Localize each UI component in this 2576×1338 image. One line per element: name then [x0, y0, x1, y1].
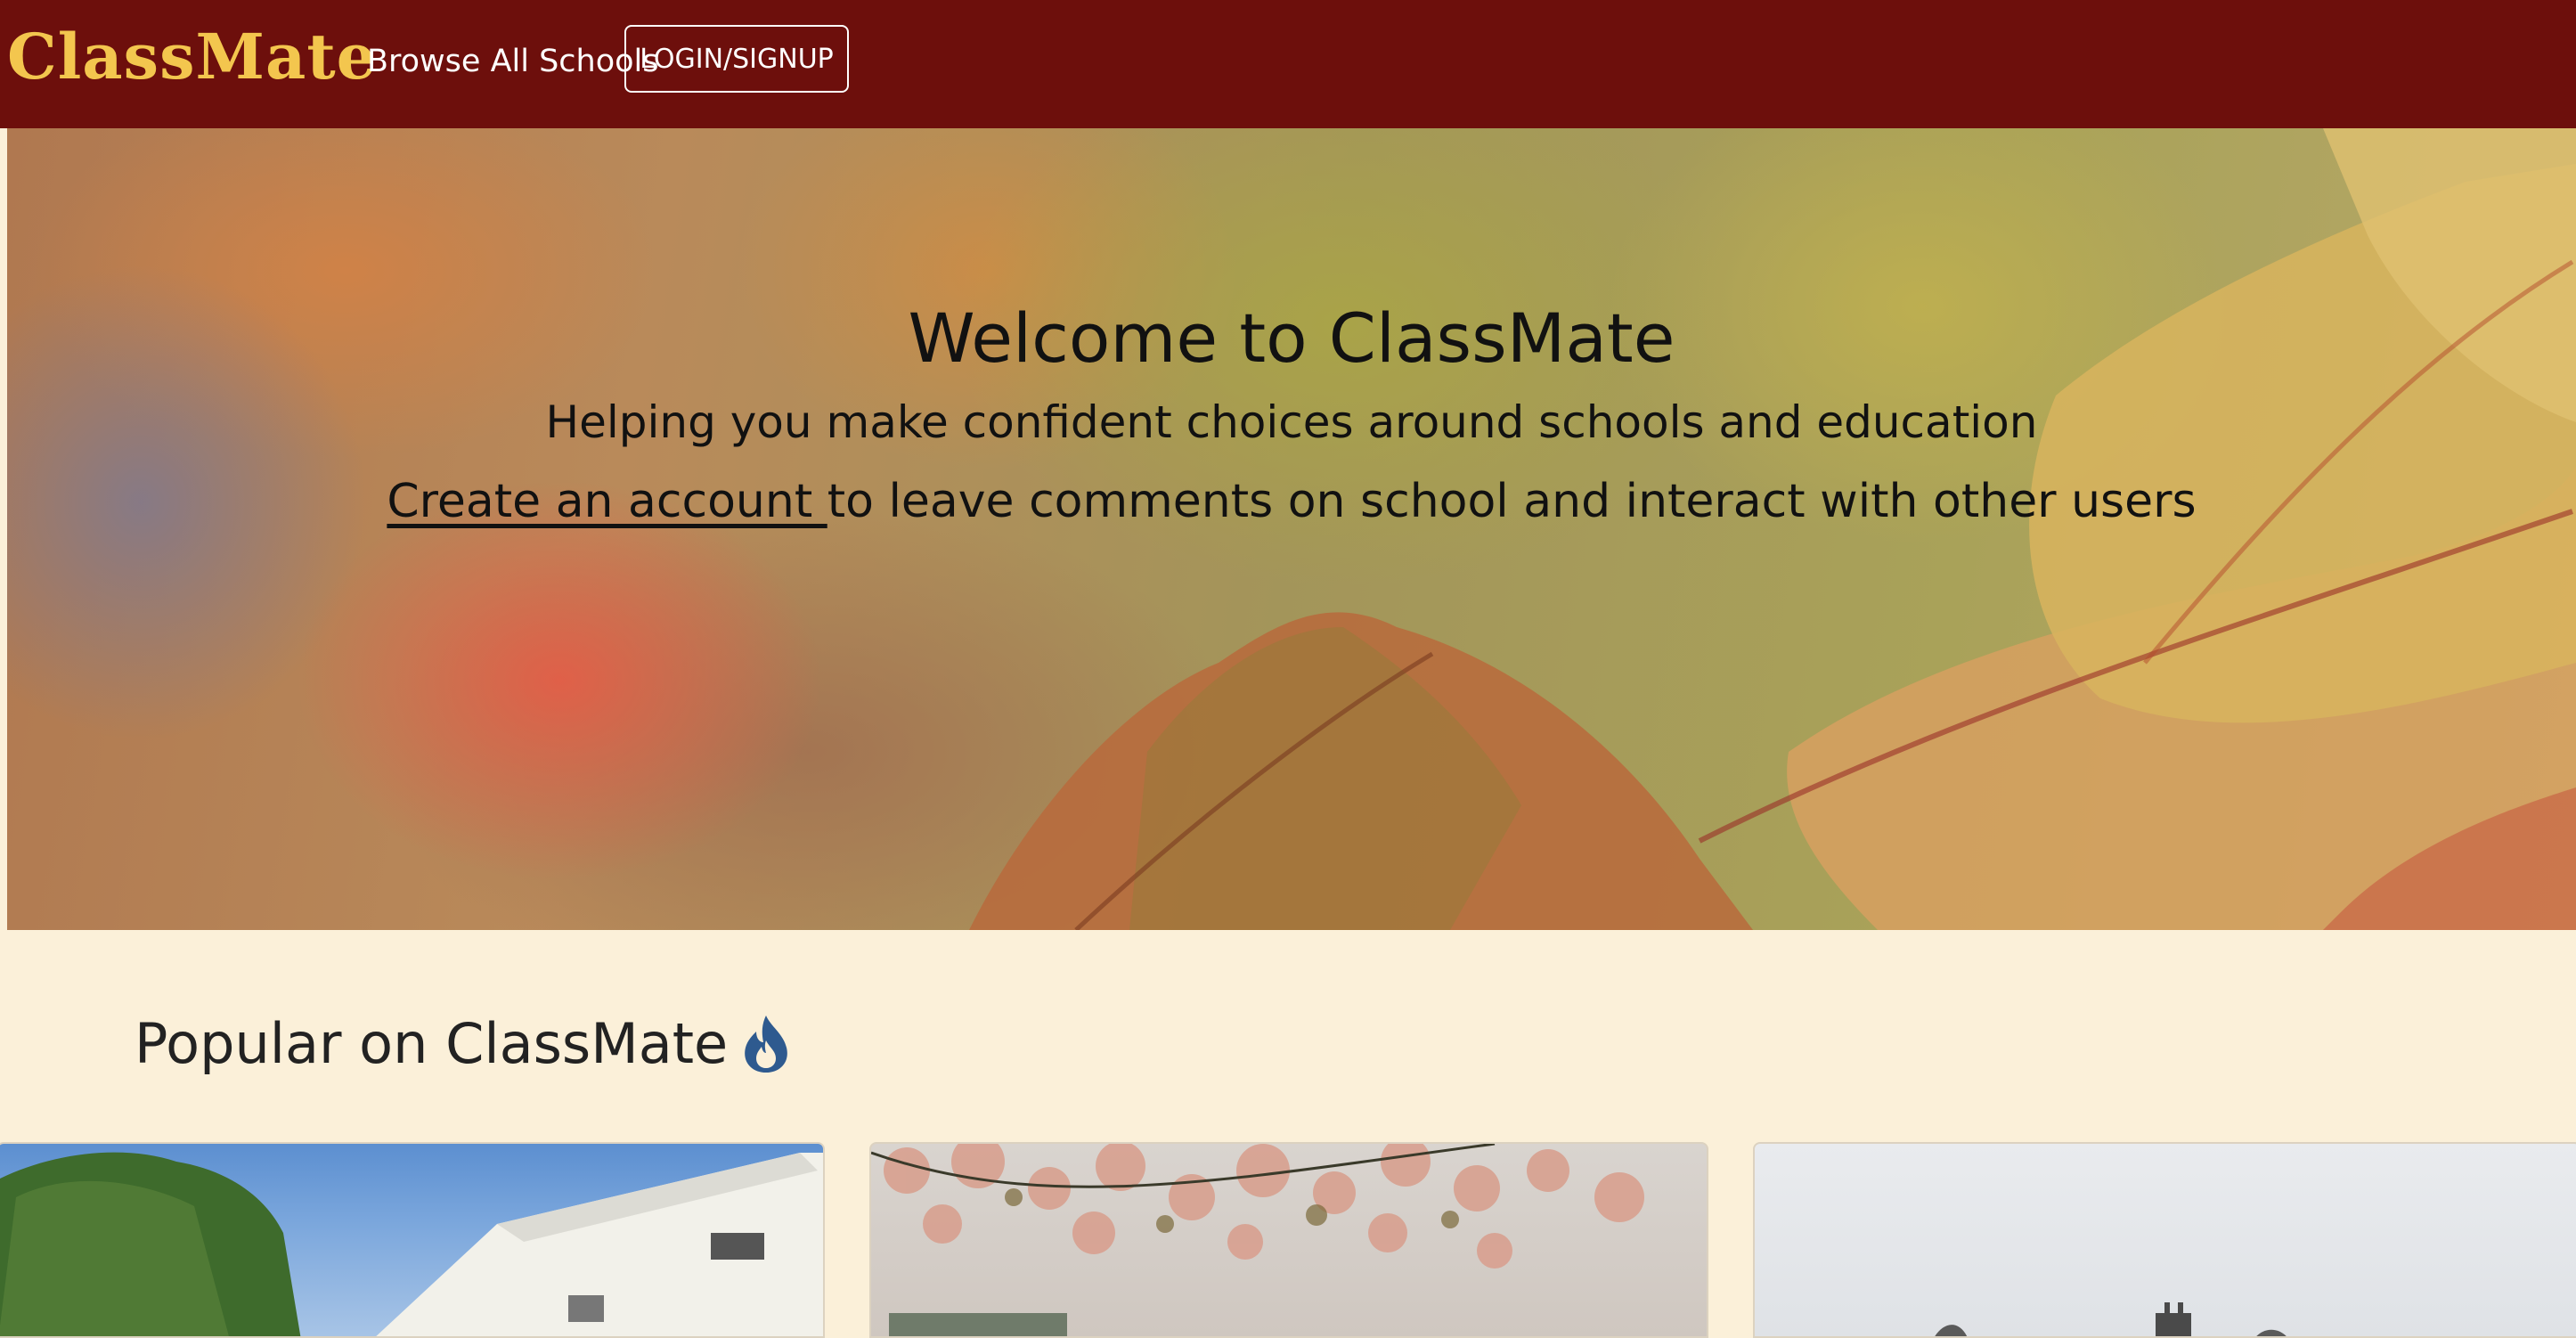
blossom-tree-image — [871, 1144, 1644, 1336]
browse-schools-link[interactable]: Browse All Schools — [367, 43, 659, 80]
school-card[interactable] — [869, 1142, 1708, 1338]
school-card[interactable] — [1753, 1142, 2576, 1338]
hero-title: Welcome to ClassMate — [908, 298, 1675, 378]
login-signup-button[interactable]: LOGIN/SIGNUP — [624, 25, 849, 93]
top-navbar: ClassMate Browse All Schools LOGIN/SIGNU… — [0, 0, 2576, 128]
brand-logo[interactable]: ClassMate — [7, 20, 377, 94]
castle-image — [1935, 1302, 2287, 1336]
school-card[interactable] — [0, 1142, 825, 1338]
flame-icon — [745, 1016, 787, 1073]
hero-cta: Create an account to leave comments on s… — [7, 474, 2576, 529]
school-building-image — [0, 1152, 823, 1336]
create-account-link[interactable]: Create an account — [387, 475, 827, 528]
hero-subtitle: Helping you make confident choices aroun… — [545, 396, 2038, 448]
popular-heading: Popular on ClassMate — [135, 1011, 792, 1077]
popular-heading-label: Popular on ClassMate — [135, 1011, 729, 1076]
hero-banner: Welcome to ClassMate Helping you make co… — [7, 128, 2576, 930]
hero-cta-text: to leave comments on school and interact… — [827, 475, 2197, 528]
